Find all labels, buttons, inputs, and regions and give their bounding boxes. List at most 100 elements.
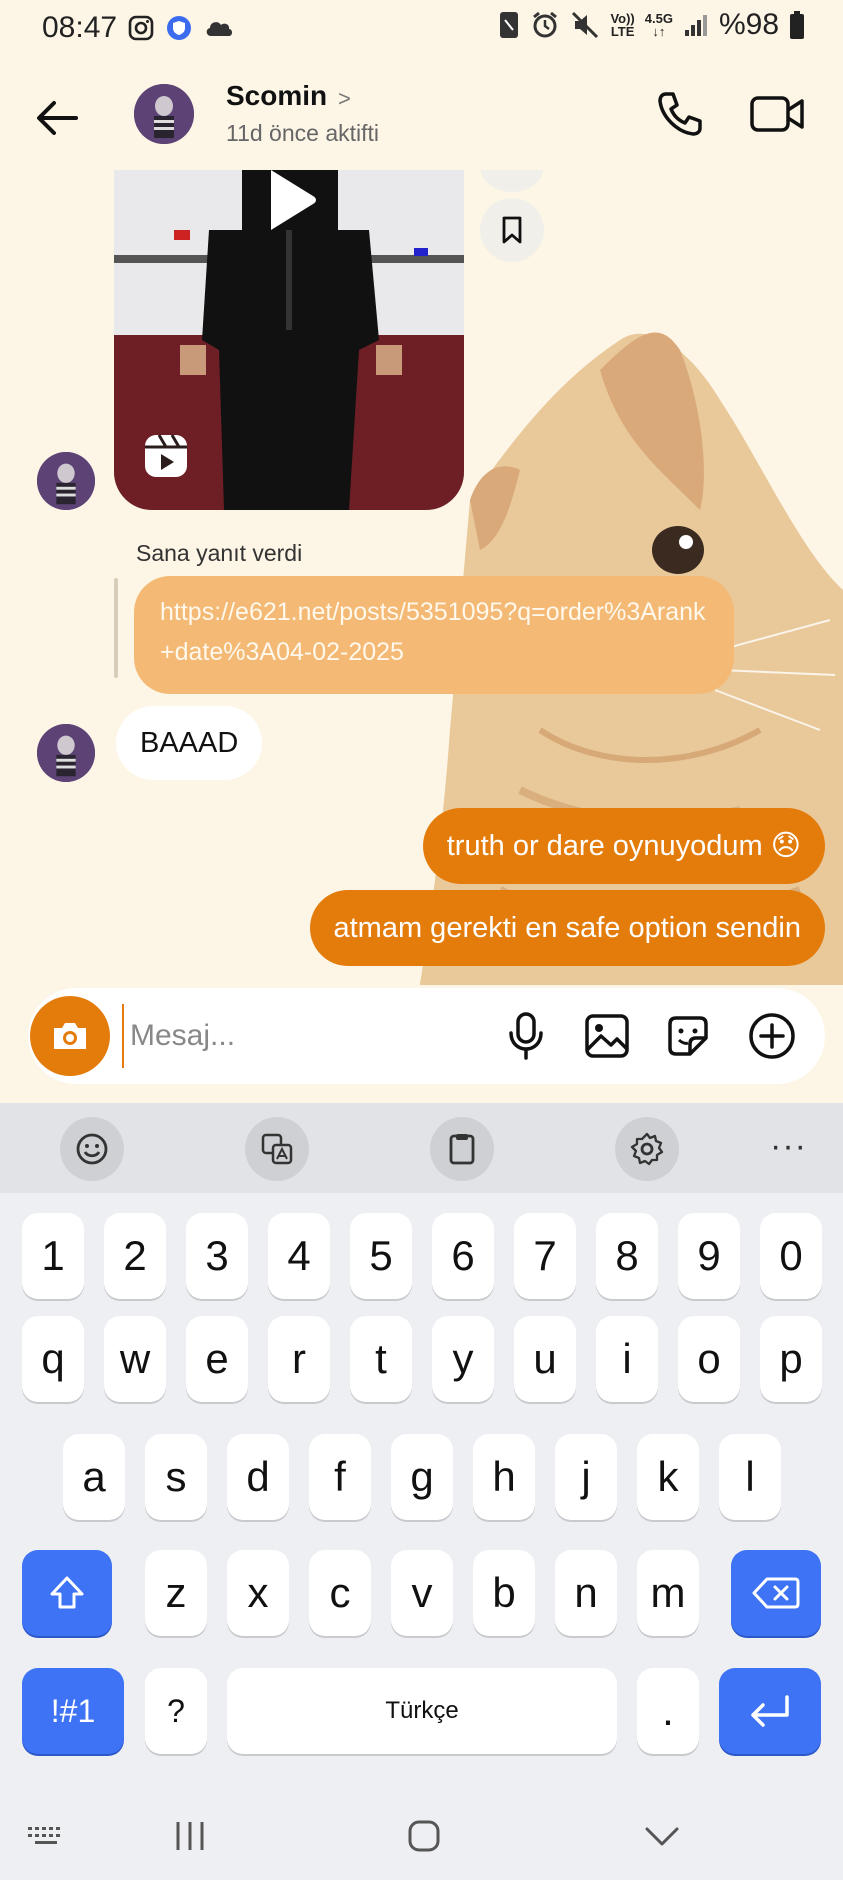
emoji-button[interactable]	[60, 1117, 124, 1181]
key-b[interactable]: b	[473, 1550, 535, 1636]
key-d[interactable]: d	[227, 1434, 289, 1520]
key-j[interactable]: j	[555, 1434, 617, 1520]
save-reel-button[interactable]	[480, 198, 544, 262]
key-f[interactable]: f	[309, 1434, 371, 1520]
key-h[interactable]: h	[473, 1434, 535, 1520]
link-message-bubble[interactable]: https://e621.net/posts/5351095?q=order%3…	[134, 576, 734, 694]
shift-icon	[50, 1576, 84, 1609]
key-1[interactable]: 1	[22, 1213, 84, 1299]
symbols-key[interactable]: !#1	[22, 1668, 124, 1754]
data-indicator: 4.5G ↓↑	[644, 11, 673, 39]
bookmark-icon	[502, 216, 522, 244]
home-button[interactable]	[396, 1808, 452, 1864]
contact-name[interactable]: Scomin	[226, 80, 327, 112]
key-e[interactable]: e	[186, 1316, 248, 1402]
key-q[interactable]: q	[22, 1316, 84, 1402]
gallery-button[interactable]	[579, 1008, 635, 1064]
message-input[interactable]	[122, 1004, 502, 1068]
key-l[interactable]: l	[719, 1434, 781, 1520]
chat-thread[interactable]: Sana yanıt verdi https://e621.net/posts/…	[0, 170, 843, 985]
more-actions-button[interactable]	[744, 1008, 800, 1064]
question-key[interactable]: ?	[145, 1668, 207, 1754]
outgoing-message-bubble[interactable]: truth or dare oynuyodum 😞	[422, 808, 825, 884]
mute-icon	[572, 11, 599, 39]
key-u[interactable]: u	[514, 1316, 576, 1402]
plus-icon	[749, 1013, 795, 1059]
key-p[interactable]: p	[760, 1316, 822, 1402]
key-3[interactable]: 3	[186, 1213, 248, 1299]
key-m[interactable]: m	[637, 1550, 699, 1636]
alarm-icon	[533, 11, 558, 38]
mic-icon	[509, 1012, 543, 1060]
key-n[interactable]: n	[555, 1550, 617, 1636]
emoji-icon	[76, 1133, 108, 1165]
outgoing-message-bubble[interactable]: atmam gerekti en safe option sendin	[309, 890, 825, 966]
key-r[interactable]: r	[268, 1316, 330, 1402]
enter-icon	[751, 1695, 789, 1727]
key-x[interactable]: x	[227, 1550, 289, 1636]
clipboard-button[interactable]	[430, 1117, 494, 1181]
key-0[interactable]: 0	[760, 1213, 822, 1299]
backspace-key[interactable]	[731, 1550, 821, 1636]
space-key[interactable]: Türkçe	[227, 1668, 617, 1754]
video-call-button[interactable]	[748, 86, 808, 142]
shift-key[interactable]	[22, 1550, 112, 1636]
keyboard-hide-icon	[28, 1827, 60, 1844]
key-7[interactable]: 7	[514, 1213, 576, 1299]
vpn-icon	[165, 14, 193, 42]
key-g[interactable]: g	[391, 1434, 453, 1520]
key-c[interactable]: c	[309, 1550, 371, 1636]
keyboard-toolbar: ···	[0, 1103, 843, 1193]
home-icon	[408, 1820, 440, 1852]
sender-avatar[interactable]	[37, 724, 95, 782]
clipboard-icon	[449, 1134, 475, 1165]
keyboard: ··· 1 2 3 4 5 6 7 8 9 0 q w e r t y u i …	[0, 1103, 843, 1880]
chat-header: Scomin > 11d önce aktifti	[0, 70, 843, 170]
key-w[interactable]: w	[104, 1316, 166, 1402]
key-s[interactable]: s	[145, 1434, 207, 1520]
chevron-right-icon: >	[338, 86, 351, 111]
key-6[interactable]: 6	[432, 1213, 494, 1299]
key-v[interactable]: v	[391, 1550, 453, 1636]
key-5[interactable]: 5	[350, 1213, 412, 1299]
key-a[interactable]: a	[63, 1434, 125, 1520]
key-o[interactable]: o	[678, 1316, 740, 1402]
contact-avatar[interactable]	[134, 84, 194, 144]
keyboard-settings-button[interactable]	[615, 1117, 679, 1181]
recents-icon	[176, 1822, 204, 1850]
period-key[interactable]: .	[637, 1668, 699, 1754]
key-9[interactable]: 9	[678, 1213, 740, 1299]
key-i[interactable]: i	[596, 1316, 658, 1402]
status-time: 08:47	[42, 11, 118, 44]
backspace-icon	[752, 1577, 800, 1609]
key-z[interactable]: z	[145, 1550, 207, 1636]
key-t[interactable]: t	[350, 1316, 412, 1402]
play-icon[interactable]	[257, 170, 321, 230]
key-k[interactable]: k	[637, 1434, 699, 1520]
phone-icon	[658, 92, 702, 136]
message-composer	[28, 988, 825, 1084]
back-button[interactable]	[30, 90, 86, 146]
keyboard-hide-button[interactable]	[18, 1808, 74, 1864]
sender-avatar[interactable]	[37, 452, 95, 510]
reel-preview[interactable]	[114, 170, 464, 510]
sticker-button[interactable]	[660, 1008, 716, 1064]
key-8[interactable]: 8	[596, 1213, 658, 1299]
voice-message-button[interactable]	[498, 1008, 554, 1064]
key-y[interactable]: y	[432, 1316, 494, 1402]
cloud-icon	[203, 16, 235, 40]
enter-key[interactable]	[719, 1668, 821, 1754]
battery-icon	[790, 11, 804, 39]
key-4[interactable]: 4	[268, 1213, 330, 1299]
chevron-down-icon	[645, 1827, 679, 1846]
volte-indicator: Vo)) LTE	[610, 11, 635, 39]
key-2[interactable]: 2	[104, 1213, 166, 1299]
translate-button[interactable]	[245, 1117, 309, 1181]
incoming-message-bubble[interactable]: BAAAD	[116, 706, 263, 780]
voice-call-button[interactable]	[652, 86, 708, 142]
battery-percent: %98	[718, 8, 779, 41]
more-options-button[interactable]: ···	[770, 1127, 807, 1166]
camera-button[interactable]	[30, 996, 110, 1076]
recents-button[interactable]	[162, 1808, 218, 1864]
back-nav-button[interactable]	[634, 1808, 690, 1864]
